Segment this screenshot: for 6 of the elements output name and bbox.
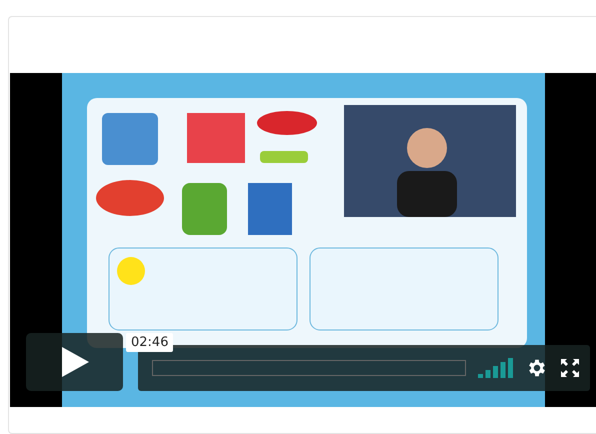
play-button[interactable] [26,333,123,391]
fullscreen-button[interactable] [560,358,580,378]
volume-icon[interactable] [478,358,514,378]
play-icon [60,346,90,378]
fullscreen-icon [560,358,580,378]
timestamp-tooltip: 02:46 [126,333,174,352]
